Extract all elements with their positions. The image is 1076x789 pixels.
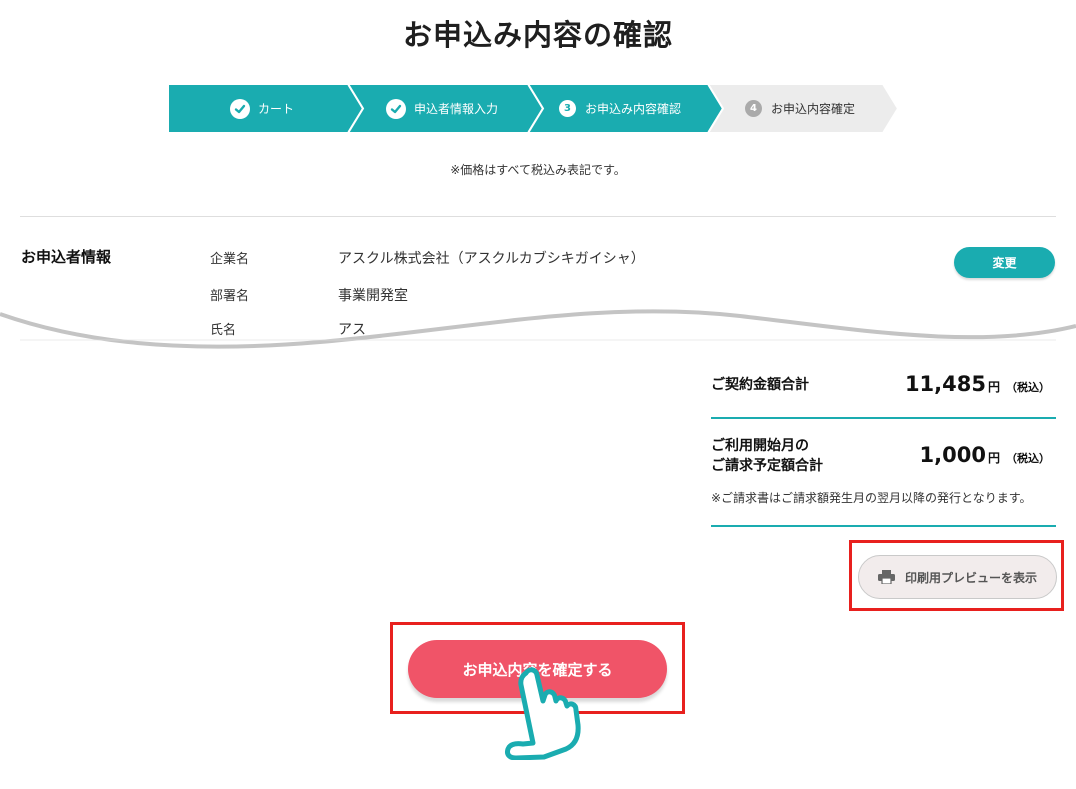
- company-value: アスクル株式会社（アスクルカブシキガイシャ）: [338, 251, 645, 267]
- summary-divider: [711, 417, 1056, 419]
- contract-total-value: 11,485: [904, 372, 986, 396]
- applicant-section-title: お申込者情報: [21, 248, 112, 266]
- invoice-note: ※ご請求書はご請求額発生月の翌月以降の発行となります。: [711, 491, 1032, 505]
- divider: [20, 216, 1056, 217]
- progress-stepper: カート 申込者情報入力 3 お申込み内容確認 4 お申込内容確定: [168, 84, 898, 133]
- step-cart: カート: [168, 84, 363, 133]
- tax-included: （税込）: [1006, 452, 1050, 465]
- company-label: 企業名: [210, 252, 250, 267]
- step-finalize: 4 お申込内容確定: [708, 84, 898, 133]
- change-button[interactable]: 変更: [954, 247, 1055, 278]
- hand-pointer-icon: [505, 667, 581, 760]
- first-month-value: 1,000: [919, 443, 986, 467]
- step-label: 申込者情報入力: [414, 102, 499, 116]
- check-icon: [230, 98, 250, 119]
- summary-divider: [711, 525, 1056, 527]
- step-label: お申込内容確定: [771, 102, 856, 116]
- check-icon: [386, 98, 406, 119]
- tax-included: （税込）: [1006, 381, 1050, 394]
- first-month-label: ご利用開始月の ご請求予定額合計: [711, 436, 823, 476]
- first-month-label-line1: ご利用開始月の: [711, 438, 809, 454]
- first-month-label-line2: ご請求予定額合計: [711, 458, 823, 474]
- step-number: 3: [559, 100, 576, 117]
- step-label: カート: [258, 102, 295, 116]
- step-confirm-current: 3 お申込み内容確認: [528, 84, 723, 133]
- print-preview-button[interactable]: 印刷用プレビューを表示: [858, 555, 1057, 599]
- torn-page-divider: [0, 309, 1076, 368]
- print-preview-label: 印刷用プレビューを表示: [904, 570, 1037, 585]
- yen-unit: 円: [987, 380, 1000, 394]
- contract-total-amount: 11,485 円 （税込）: [905, 372, 1050, 396]
- page-title: お申込み内容の確認: [402, 18, 673, 52]
- first-month-amount: 1,000 円 （税込）: [920, 443, 1050, 467]
- contract-total-label: ご契約金額合計: [711, 377, 809, 393]
- step-applicant-info: 申込者情報入力: [348, 84, 543, 133]
- tax-note: ※価格はすべて税込み表記です。: [450, 163, 626, 177]
- printer-icon: [877, 570, 895, 584]
- step-label: お申込み内容確認: [585, 102, 682, 116]
- yen-unit: 円: [987, 451, 1000, 465]
- step-number: 4: [745, 100, 762, 117]
